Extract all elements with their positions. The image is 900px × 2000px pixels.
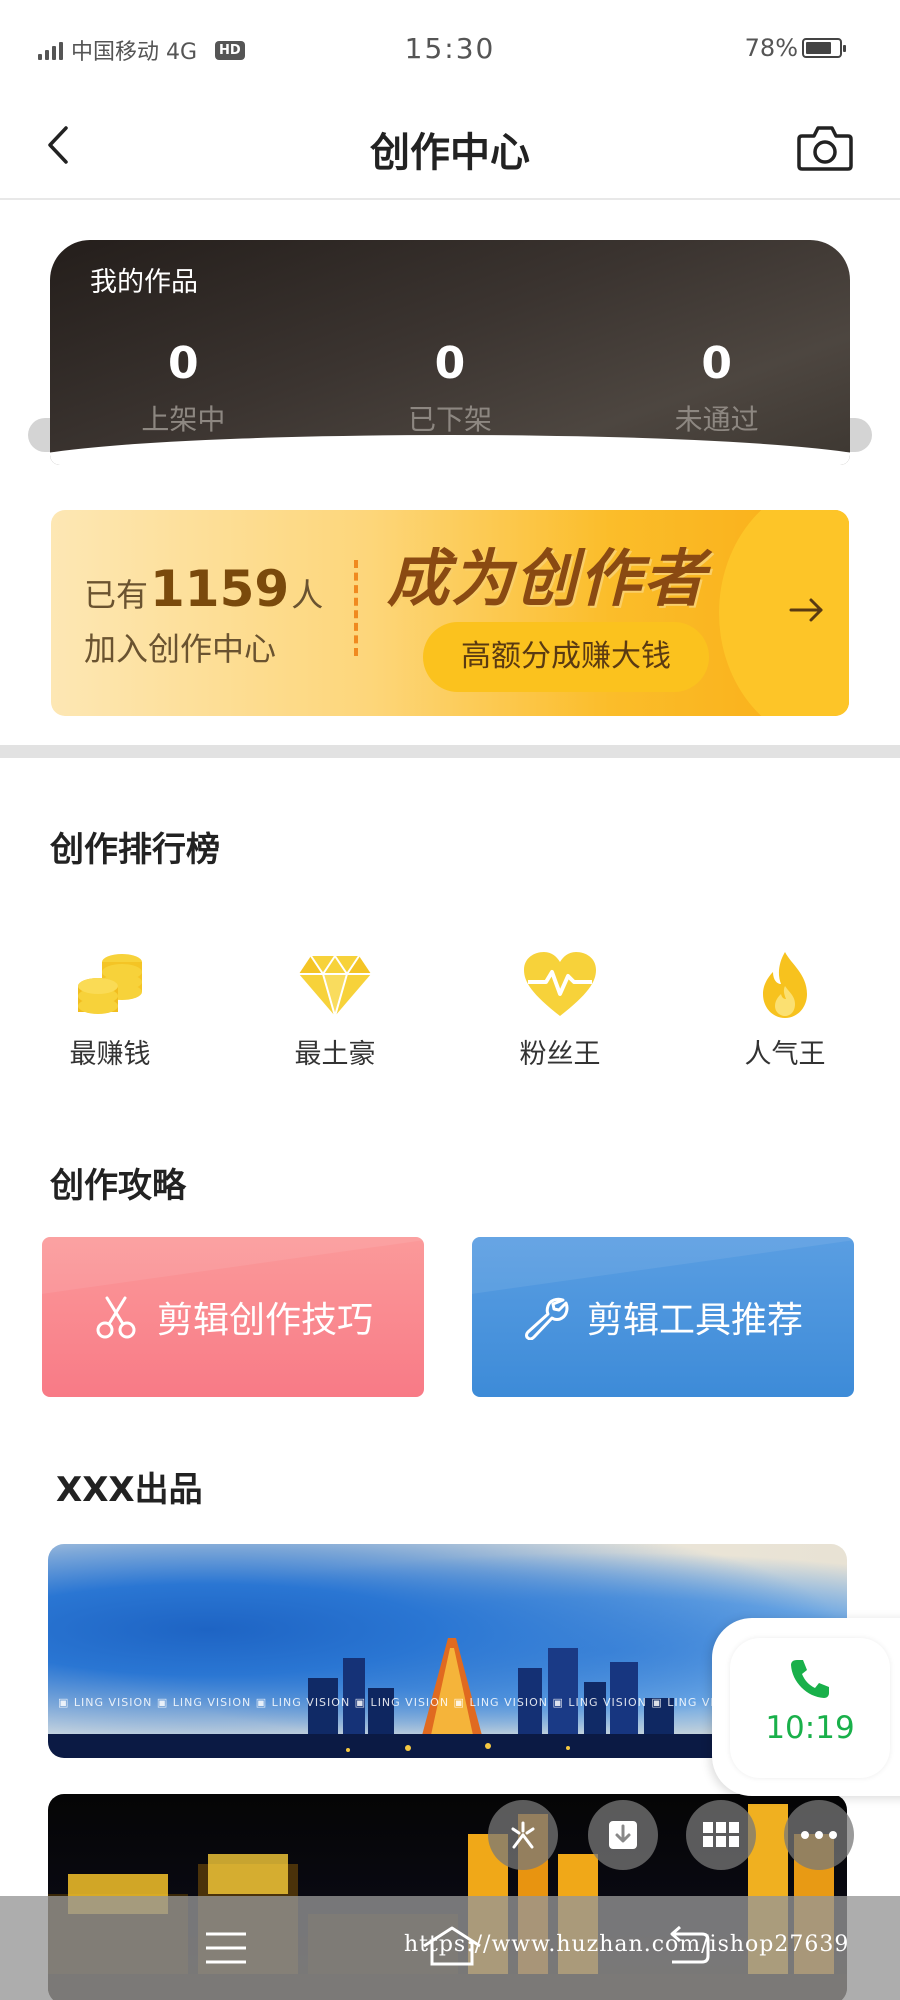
flame-icon <box>763 952 807 1018</box>
works-stats: 0 上架中 0 已下架 0 未通过 <box>50 342 850 438</box>
rank-label: 粉丝王 <box>519 1039 601 1070</box>
stat-value: 0 <box>168 338 199 389</box>
camera-icon <box>797 126 853 171</box>
stat-value: 0 <box>701 338 732 389</box>
coins-icon <box>78 954 142 1014</box>
editing-tips-card[interactable]: 剪辑创作技巧 <box>42 1237 424 1397</box>
arrow-right-icon <box>789 598 823 622</box>
float-download-button[interactable] <box>588 1800 658 1870</box>
stat-delisted[interactable]: 0 已下架 <box>350 342 550 438</box>
call-bubble[interactable]: 10:19 <box>712 1618 900 1796</box>
stat-label: 已下架 <box>407 403 492 436</box>
editing-tools-card[interactable]: 剪辑工具推荐 <box>472 1237 854 1397</box>
camera-button[interactable] <box>796 122 854 172</box>
section-divider <box>0 745 900 758</box>
creator-count-text: 已有 1159 人 加入创作中心 <box>84 560 323 670</box>
page-title: 创作中心 <box>370 130 530 176</box>
url-watermark: https://www.huzhan.com/ishop27639 <box>404 1932 850 1957</box>
header: 创作中心 <box>0 100 900 200</box>
status-right: 78% <box>744 34 846 62</box>
high-share-pill: 高额分成赚大钱 <box>423 622 709 692</box>
my-works-title: 我的作品 <box>90 267 198 298</box>
rank-fans-king[interactable]: 粉丝王 <box>475 950 645 1071</box>
strategy-label: 剪辑工具推荐 <box>586 1300 803 1341</box>
system-nav-bar: https://www.huzhan.com/ishop27639 <box>0 1896 900 2000</box>
become-creator-banner[interactable]: 已有 1159 人 加入创作中心 成为创作者 高额分成赚大钱 <box>51 510 849 716</box>
grid-icon <box>703 1822 739 1847</box>
battery-percent: 78% <box>744 34 798 62</box>
diamond-icon <box>299 954 371 1020</box>
wrench-icon <box>524 1297 569 1340</box>
my-works-card[interactable]: 我的作品 0 上架中 0 已下架 0 未通过 <box>50 240 850 465</box>
ranking-title: 创作排行榜 <box>50 830 220 870</box>
download-icon <box>609 1821 637 1849</box>
my-works-section: 我的作品 0 上架中 0 已下架 0 未通过 <box>0 240 900 470</box>
become-creator-title: 成为创作者 <box>387 542 708 615</box>
products-title: XXX出品 <box>56 1470 203 1510</box>
float-grid-button[interactable] <box>686 1800 756 1870</box>
sparkle-icon <box>511 1821 535 1849</box>
banner-arrow-circle <box>719 510 849 716</box>
battery-icon <box>802 38 846 58</box>
stat-label: 未通过 <box>674 403 759 436</box>
rank-label: 最土豪 <box>294 1039 376 1070</box>
call-inner: 10:19 <box>730 1638 890 1778</box>
rank-label: 人气王 <box>744 1039 826 1070</box>
float-more-button[interactable] <box>784 1800 854 1870</box>
stat-listed[interactable]: 0 上架中 <box>83 342 283 438</box>
stat-label: 上架中 <box>141 403 226 436</box>
join-text: 加入创作中心 <box>84 630 277 668</box>
stat-rejected[interactable]: 0 未通过 <box>617 342 817 438</box>
creator-count: 1159 <box>150 560 290 618</box>
count-prefix: 已有 <box>84 576 149 614</box>
status-bar: 中国移动 4G HD 15:30 78% <box>0 0 900 100</box>
rank-label: 最赚钱 <box>69 1039 151 1070</box>
rank-popularity-king[interactable]: 人气王 <box>700 950 870 1071</box>
stat-value: 0 <box>434 338 466 389</box>
phone-icon <box>791 1660 829 1698</box>
heart-pulse-icon <box>524 952 596 1016</box>
rank-richest[interactable]: 最土豪 <box>250 950 420 1071</box>
call-duration: 10:19 <box>765 1710 855 1746</box>
float-sparkle-button[interactable] <box>488 1800 558 1870</box>
more-icon <box>801 1831 837 1839</box>
menu-icon[interactable] <box>204 1930 248 1966</box>
dashed-divider <box>354 560 358 656</box>
count-suffix: 人 <box>291 576 324 614</box>
strategy-label: 剪辑创作技巧 <box>156 1300 373 1341</box>
battery-fill <box>806 42 831 54</box>
strategy-title: 创作攻略 <box>50 1166 186 1206</box>
rank-most-earning[interactable]: 最赚钱 <box>25 950 195 1071</box>
scissors-icon <box>96 1296 136 1339</box>
